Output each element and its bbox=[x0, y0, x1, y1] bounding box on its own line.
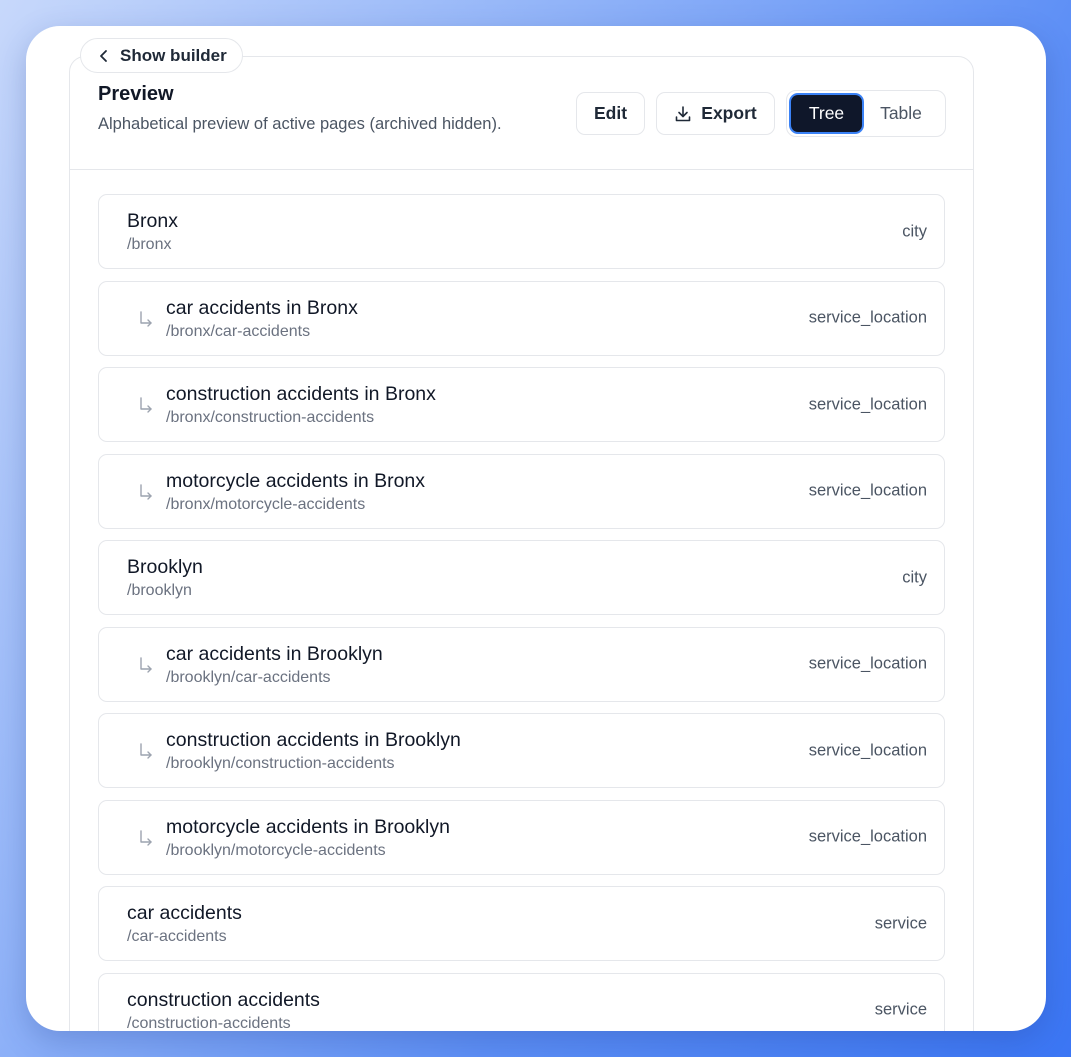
list-item[interactable]: construction accidents in Bronx/bronx/co… bbox=[98, 367, 945, 442]
page-name: car accidents in Bronx bbox=[166, 296, 358, 319]
page-name: motorcycle accidents in Bronx bbox=[166, 469, 426, 492]
page-subtitle: Alphabetical preview of active pages (ar… bbox=[98, 115, 502, 133]
chevron-left-icon bbox=[100, 49, 107, 62]
branch-arrow-icon bbox=[140, 397, 152, 413]
list-item-text: motorcycle accidents in Bronx/bronx/moto… bbox=[166, 469, 425, 516]
export-button[interactable]: Export bbox=[656, 92, 775, 135]
list-item-text: motorcycle accidents in Brooklyn/brookly… bbox=[166, 815, 450, 862]
list-item-text: Brooklyn/brooklyn bbox=[127, 555, 203, 602]
page-path: /brooklyn/motorcycle-accidents bbox=[166, 841, 386, 859]
list-item-text: construction accidents in Brooklyn/brook… bbox=[166, 728, 461, 775]
list-item[interactable]: car accidents in Brooklyn/brooklyn/car-a… bbox=[98, 626, 945, 702]
page-path: /brooklyn/car-accidents bbox=[166, 668, 331, 686]
page-path: /bronx/car-accidents bbox=[166, 322, 311, 340]
list-item-text: Bronx/bronx bbox=[127, 209, 178, 256]
list-item[interactable]: Brooklyn/brooklyn city bbox=[98, 540, 945, 615]
list-item[interactable]: motorcycle accidents in Brooklyn/brookly… bbox=[98, 799, 945, 875]
page-list: Bronx/bronx city car accidents in Bronx/br… bbox=[98, 194, 945, 1031]
preview-panel: Preview Alphabetical preview of active p… bbox=[69, 56, 974, 1031]
edit-button[interactable]: Edit bbox=[576, 92, 645, 135]
show-builder-label: Show builder bbox=[120, 45, 227, 65]
page-type-label: service bbox=[874, 914, 927, 932]
branch-arrow-icon bbox=[140, 310, 152, 327]
branch-arrow-icon bbox=[140, 656, 152, 673]
page-path: /construction-accidents bbox=[127, 1014, 291, 1032]
list-item-text: car accidents in Bronx/bronx/car-acciden… bbox=[166, 296, 358, 343]
download-icon bbox=[675, 105, 691, 121]
page-type-label: service_location bbox=[808, 395, 927, 413]
branch-arrow-icon bbox=[140, 743, 152, 759]
export-label: Export bbox=[701, 103, 757, 123]
page-name: construction accidents in Brooklyn bbox=[166, 729, 461, 751]
page-path: /bronx/motorcycle-accidents bbox=[166, 495, 366, 513]
page-name: construction accidents in Bronx bbox=[166, 383, 436, 405]
page-path: /bronx/construction-accidents bbox=[166, 409, 375, 426]
page-type-label: city bbox=[902, 568, 927, 586]
page-name: motorcycle accidents in Brooklyn bbox=[166, 815, 450, 838]
page-type-label: service_location bbox=[808, 308, 927, 327]
list-item[interactable]: motorcycle accidents in Bronx/bronx/moto… bbox=[98, 453, 945, 529]
page-path: /bronx bbox=[127, 236, 172, 253]
branch-arrow-icon bbox=[140, 829, 152, 846]
list-item[interactable]: Bronx/bronx city bbox=[98, 194, 945, 269]
branch-arrow-icon bbox=[140, 483, 152, 500]
table-view-option[interactable]: Table bbox=[862, 95, 940, 132]
page-type-label: service_location bbox=[808, 481, 927, 500]
edit-label: Edit bbox=[593, 103, 628, 123]
show-builder-button[interactable]: Show builder bbox=[80, 38, 243, 73]
page-path: /brooklyn bbox=[127, 582, 192, 599]
tree-view-option[interactable]: Tree bbox=[791, 95, 862, 132]
list-item-text: car accidents in Brooklyn/brooklyn/car-a… bbox=[166, 642, 383, 689]
list-item[interactable]: car accidents in Bronx/bronx/car-acciden… bbox=[98, 280, 945, 356]
list-item[interactable]: car accidents/car-accidents service bbox=[98, 886, 945, 961]
page-type-label: service bbox=[874, 1000, 927, 1019]
page-name: Bronx bbox=[127, 210, 178, 232]
page-title: Preview bbox=[98, 83, 174, 105]
preview-header: Preview Alphabetical preview of active p… bbox=[70, 57, 973, 170]
list-item-text: construction accidents in Bronx/bronx/co… bbox=[166, 382, 436, 429]
app-window: Show builder Preview Alphabetical previe… bbox=[26, 26, 1046, 1031]
page-name: car accidents bbox=[127, 902, 242, 924]
page-name: car accidents in Brooklyn bbox=[166, 642, 383, 665]
view-toggle: Tree Table bbox=[786, 90, 946, 137]
page-type-label: service_location bbox=[808, 741, 927, 759]
list-item[interactable]: construction accidents/construction-acci… bbox=[98, 972, 945, 1032]
page-type-label: city bbox=[902, 222, 927, 240]
page-type-label: service_location bbox=[808, 654, 927, 673]
page-name: Brooklyn bbox=[127, 556, 203, 578]
page-path: /car-accidents bbox=[127, 928, 227, 945]
page-type-label: service_location bbox=[808, 827, 927, 846]
list-item-text: construction accidents/construction-acci… bbox=[127, 988, 320, 1032]
page-path: /brooklyn/construction-accidents bbox=[166, 755, 395, 772]
list-item-text: car accidents/car-accidents bbox=[127, 901, 242, 948]
page-name: construction accidents bbox=[127, 988, 320, 1011]
list-item[interactable]: construction accidents in Brooklyn/brook… bbox=[98, 713, 945, 788]
